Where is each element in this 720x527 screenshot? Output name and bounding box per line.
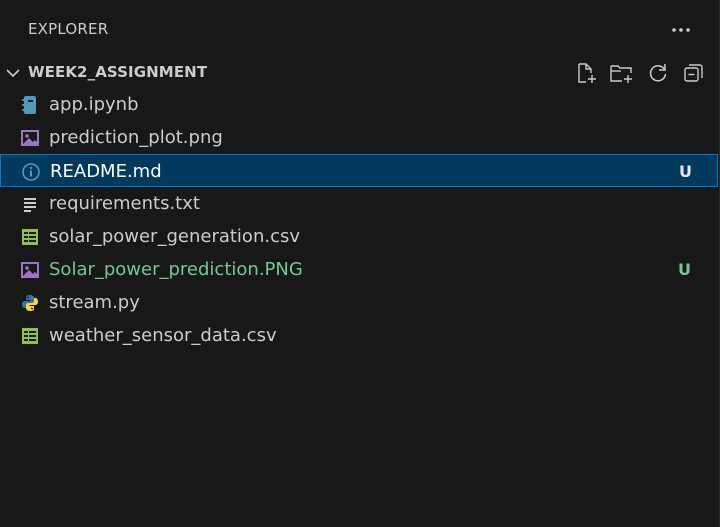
explorer-panel: EXPLORER WEEK2_ASSIGNMENT app.ipynb pred… (0, 0, 720, 527)
file-item-prediction-plot-png[interactable]: prediction_plot.png (0, 121, 718, 154)
file-name: Solar_power_prediction.PNG (49, 259, 303, 280)
file-item-stream-py[interactable]: stream.py (0, 286, 718, 319)
file-item-requirements-txt[interactable]: requirements.txt (0, 187, 718, 220)
git-status-badge: U (679, 162, 692, 181)
explorer-title: EXPLORER (28, 20, 109, 38)
file-item-solar-power-generation-csv[interactable]: solar_power_generation.csv (0, 220, 718, 253)
file-name: weather_sensor_data.csv (49, 325, 277, 346)
folder-section-header[interactable]: WEEK2_ASSIGNMENT (0, 58, 718, 88)
table-icon (20, 227, 40, 247)
file-name: requirements.txt (49, 193, 200, 214)
info-icon (21, 162, 41, 182)
image-icon (20, 260, 40, 280)
file-item-solar-power-prediction-png[interactable]: Solar_power_prediction.PNG U (0, 253, 718, 286)
text-lines-icon (20, 194, 40, 214)
file-name: README.md (50, 161, 162, 182)
git-status-badge: U (678, 260, 691, 279)
section-actions (572, 60, 708, 86)
notebook-icon (20, 95, 40, 115)
table-icon (20, 326, 40, 346)
file-name: solar_power_generation.csv (49, 226, 300, 247)
ellipsis-icon (672, 28, 690, 32)
file-item-readme-md[interactable]: README.md U (0, 154, 718, 187)
folder-name: WEEK2_ASSIGNMENT (28, 63, 208, 81)
collapse-all-icon (684, 64, 703, 82)
new-file-button[interactable] (572, 60, 600, 86)
more-actions-button[interactable] (664, 18, 698, 42)
refresh-button[interactable] (644, 60, 672, 86)
file-item-weather-sensor-data-csv[interactable]: weather_sensor_data.csv (0, 319, 718, 352)
explorer-header: EXPLORER (0, 0, 718, 58)
new-file-icon (578, 63, 596, 83)
file-item-app-ipynb[interactable]: app.ipynb (0, 88, 718, 121)
file-tree: app.ipynb prediction_plot.png README.md … (0, 88, 718, 352)
python-icon (20, 293, 40, 313)
refresh-icon (649, 64, 667, 82)
file-name: app.ipynb (49, 94, 139, 115)
file-name: prediction_plot.png (49, 127, 223, 148)
collapse-all-button[interactable] (680, 60, 708, 86)
new-folder-icon (610, 65, 632, 83)
image-icon (20, 128, 40, 148)
new-folder-button[interactable] (608, 60, 636, 86)
chevron-down-icon (6, 69, 20, 78)
file-name: stream.py (49, 292, 140, 313)
